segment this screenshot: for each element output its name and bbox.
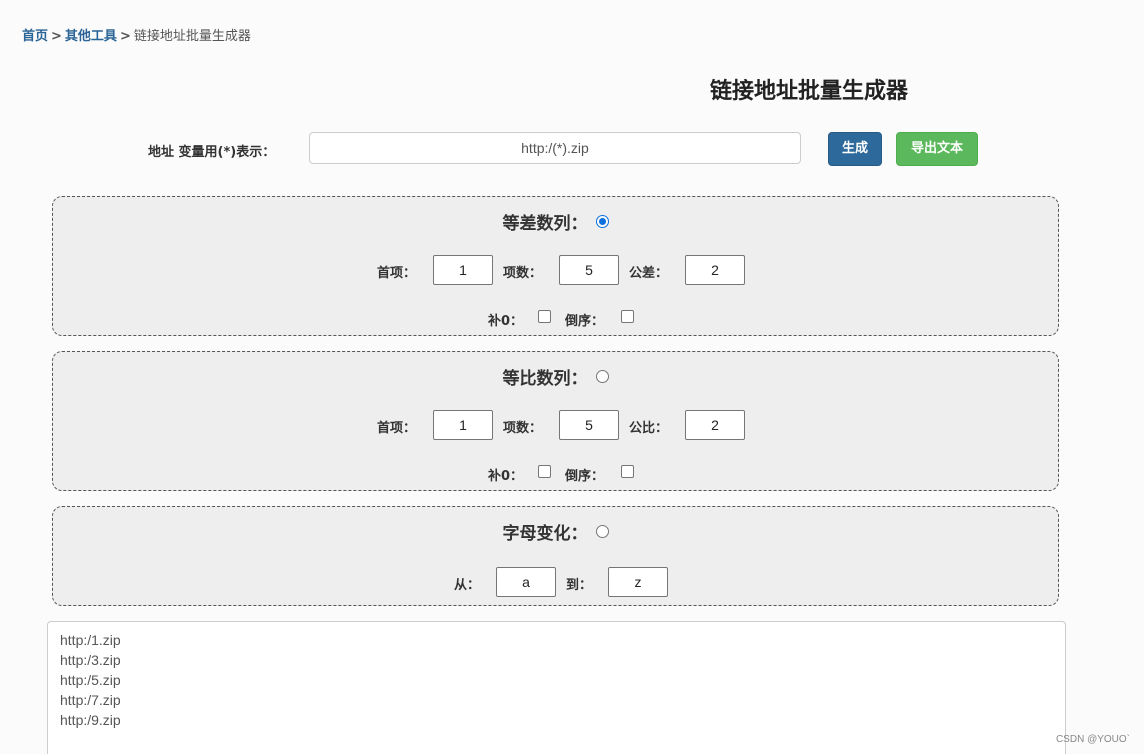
letters-from-label: 从： — [454, 578, 481, 593]
address-row: 地址 变量用(*)表示： 生成 导出文本 — [0, 132, 1144, 166]
geometric-ratio-input[interactable] — [685, 410, 745, 440]
page: 首页 > 其他工具 > 链接地址批量生成器 链接地址批量生成器 地址 变量用(*)表示：… — [0, 0, 1144, 754]
breadcrumb-home-link[interactable]: 首页 — [22, 29, 48, 44]
output-line: http:/3.zip — [60, 652, 121, 668]
letters-heading: 字母变化： — [502, 524, 588, 544]
output-textarea[interactable]: http:/1.zip http:/3.zip http:/5.zip http… — [47, 621, 1066, 754]
geometric-first-label: 首项： — [377, 421, 417, 436]
watermark: CSDN @YOUO` — [1055, 734, 1130, 745]
geometric-pad-label: 补0： — [488, 469, 524, 484]
address-input[interactable] — [309, 132, 801, 164]
geometric-ratio-label: 公比： — [629, 421, 669, 436]
output-line: http:/7.zip — [60, 692, 121, 708]
letters-heading-row: 字母变化： — [53, 519, 1058, 544]
arithmetic-count-label: 项数： — [503, 266, 543, 281]
geometric-count-label: 项数： — [503, 421, 543, 436]
breadcrumb-separator: > — [51, 29, 62, 44]
arithmetic-radio[interactable] — [595, 214, 609, 228]
address-label: 地址 变量用(*)表示： — [148, 145, 276, 160]
arithmetic-diff-label: 公差： — [629, 266, 669, 281]
output-line: http:/1.zip — [60, 632, 121, 648]
arithmetic-first-label: 首项： — [377, 266, 417, 281]
arithmetic-heading-row: 等差数列： — [53, 209, 1058, 234]
breadcrumb-separator: > — [119, 29, 131, 44]
page-title: 链接地址批量生成器 — [710, 79, 909, 104]
letters-radio[interactable] — [595, 524, 609, 538]
geometric-pad-checkbox[interactable] — [538, 465, 551, 478]
arithmetic-count-input[interactable] — [559, 255, 619, 285]
arithmetic-diff-input[interactable] — [685, 255, 745, 285]
arithmetic-heading: 等差数列： — [502, 214, 588, 234]
export-text-button[interactable]: 导出文本 — [896, 132, 978, 166]
arithmetic-reverse-checkbox[interactable] — [621, 310, 634, 323]
letters-to-input[interactable] — [608, 567, 668, 597]
geometric-heading-row: 等比数列： — [53, 364, 1058, 389]
breadcrumb: 首页 > 其他工具 > 链接地址批量生成器 — [22, 25, 251, 44]
breadcrumb-current: 链接地址批量生成器 — [133, 29, 251, 44]
breadcrumb-tools-link[interactable]: 其他工具 — [65, 29, 117, 44]
geometric-sequence-panel: 等比数列： 首项： 项数： 公比： 补0： 倒序： — [52, 351, 1059, 491]
letters-from-input[interactable] — [496, 567, 556, 597]
geometric-radio[interactable] — [595, 369, 609, 383]
output-line: http:/9.zip — [60, 712, 121, 728]
geometric-count-input[interactable] — [559, 410, 619, 440]
letter-change-panel: 字母变化： 从： 到： — [52, 506, 1059, 606]
geometric-first-input[interactable] — [433, 410, 493, 440]
arithmetic-first-input[interactable] — [433, 255, 493, 285]
arithmetic-pad-label: 补0： — [488, 314, 524, 329]
letters-to-label: 到： — [566, 578, 593, 593]
arithmetic-pad-checkbox[interactable] — [538, 310, 551, 323]
generate-button[interactable]: 生成 — [828, 132, 882, 166]
geometric-reverse-label: 倒序： — [565, 469, 605, 484]
geometric-reverse-checkbox[interactable] — [621, 465, 634, 478]
output-line: http:/5.zip — [60, 672, 121, 688]
arithmetic-sequence-panel: 等差数列： 首项： 项数： 公差： 补0： 倒序： — [52, 196, 1059, 336]
geometric-heading: 等比数列： — [502, 369, 588, 389]
arithmetic-reverse-label: 倒序： — [565, 314, 605, 329]
